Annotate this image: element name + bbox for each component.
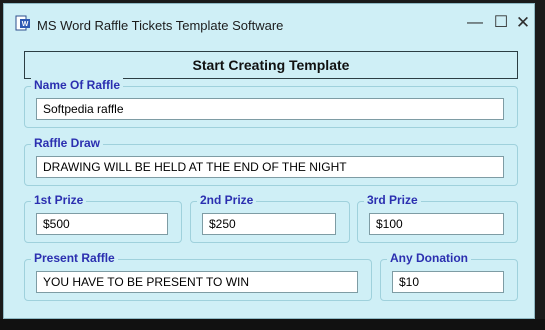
second-prize-field[interactable]: $250 xyxy=(202,213,336,235)
title-bar[interactable]: W MS Word Raffle Tickets Template Softwa… xyxy=(4,4,534,42)
app-window: W MS Word Raffle Tickets Template Softwa… xyxy=(3,3,535,319)
name-of-raffle-group: Name Of Raffle Softpedia raffle xyxy=(24,78,518,128)
name-of-raffle-label: Name Of Raffle xyxy=(31,78,124,92)
name-of-raffle-field[interactable]: Softpedia raffle xyxy=(36,98,504,120)
window-title: MS Word Raffle Tickets Template Software xyxy=(37,18,284,33)
minimize-button[interactable]: — xyxy=(461,12,489,34)
third-prize-group: 3rd Prize $100 xyxy=(357,193,518,243)
any-donation-group: Any Donation $10 xyxy=(380,251,518,301)
first-prize-label: 1st Prize xyxy=(31,193,87,207)
present-raffle-group: Present Raffle YOU HAVE TO BE PRESENT TO… xyxy=(24,251,372,301)
raffle-draw-field[interactable]: DRAWING WILL BE HELD AT THE END OF THE N… xyxy=(36,156,504,178)
first-prize-group: 1st Prize $500 xyxy=(24,193,182,243)
close-button[interactable]: ✕ xyxy=(509,12,534,34)
any-donation-label: Any Donation xyxy=(387,251,471,265)
first-prize-field[interactable]: $500 xyxy=(36,213,168,235)
present-raffle-label: Present Raffle xyxy=(31,251,118,265)
background-strip xyxy=(0,319,545,330)
any-donation-field[interactable]: $10 xyxy=(392,271,504,293)
second-prize-group: 2nd Prize $250 xyxy=(190,193,350,243)
raffle-draw-label: Raffle Draw xyxy=(31,136,104,150)
second-prize-label: 2nd Prize xyxy=(197,193,257,207)
third-prize-field[interactable]: $100 xyxy=(369,213,504,235)
start-creating-template-button[interactable]: Start Creating Template xyxy=(24,51,518,79)
present-raffle-field[interactable]: YOU HAVE TO BE PRESENT TO WIN xyxy=(36,271,358,293)
third-prize-label: 3rd Prize xyxy=(364,193,421,207)
svg-text:W: W xyxy=(22,21,29,28)
word-document-icon: W xyxy=(15,14,31,32)
raffle-draw-group: Raffle Draw DRAWING WILL BE HELD AT THE … xyxy=(24,136,518,186)
